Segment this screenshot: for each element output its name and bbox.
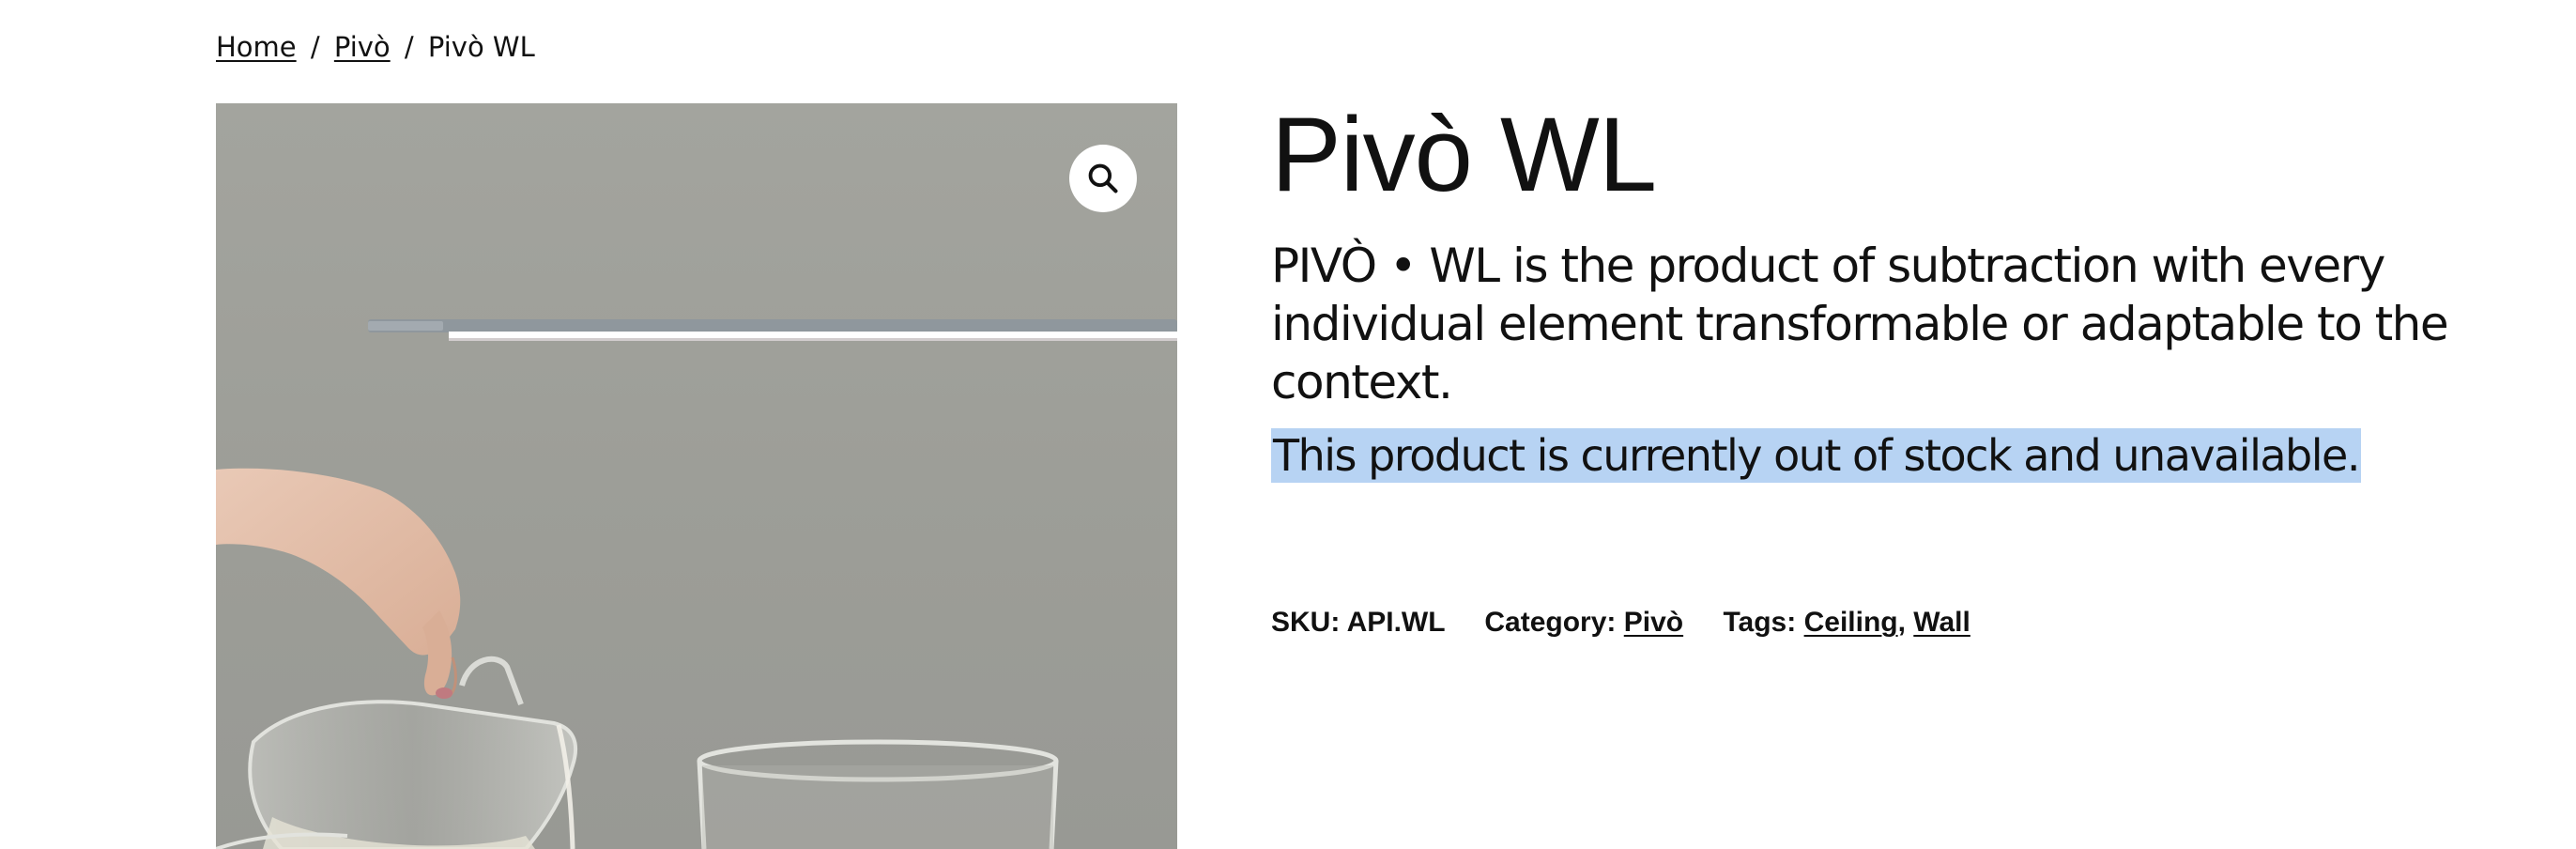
category-label: Category: [1484, 607, 1617, 638]
category-group: Category: Pivò [1484, 607, 1691, 638]
zoom-button[interactable] [1069, 145, 1137, 212]
tags-group: Tags: Ceiling, Wall [1723, 607, 1970, 638]
product-image[interactable] [216, 103, 1177, 849]
breadcrumb-current: Pivò WL [427, 31, 535, 63]
tag-link-wall[interactable]: Wall [1913, 607, 1970, 638]
sku-label: SKU: [1271, 607, 1341, 638]
tag-link-ceiling[interactable]: Ceiling [1804, 607, 1898, 638]
product-meta: SKU: API.WL Category: Pivò Tags: Ceiling… [1271, 604, 2002, 641]
breadcrumb: Home / Pivò / Pivò WL [216, 28, 535, 66]
breadcrumb-pivo-link[interactable]: Pivò [334, 31, 391, 63]
tag-separator: , [1897, 607, 1906, 638]
sku-value: API.WL [1346, 607, 1446, 638]
product-gallery[interactable] [216, 103, 1177, 849]
category-link-pivo[interactable]: Pivò [1624, 607, 1683, 638]
sku-group: SKU: API.WL [1271, 607, 1452, 638]
product-description: PIVÒ • WL is the product of subtraction … [1271, 239, 2449, 409]
product-summary: Pivò WL PIVÒ • WL is the product of subt… [1271, 94, 2520, 638]
tags-label: Tags: [1723, 607, 1797, 638]
breadcrumb-home-link[interactable]: Home [216, 31, 297, 63]
breadcrumb-separator: / [404, 31, 414, 63]
stock-status: This product is currently out of stock a… [1271, 428, 2361, 483]
product-title: Pivò WL [1271, 96, 1657, 213]
magnifier-icon [1088, 163, 1118, 193]
breadcrumb-separator: / [310, 31, 320, 63]
